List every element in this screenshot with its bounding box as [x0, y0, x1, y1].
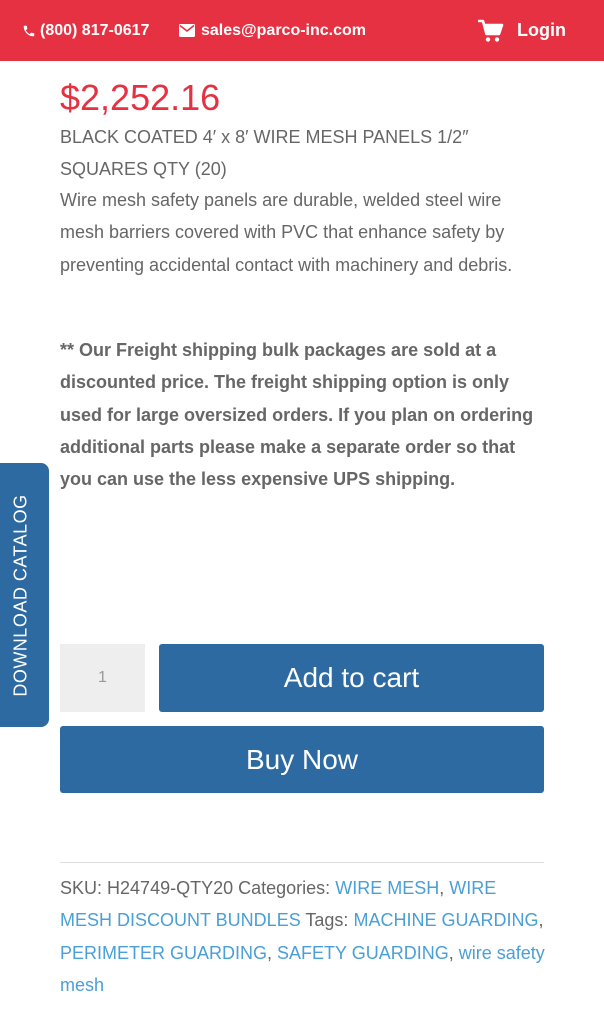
sku-value: H24749-QTY20: [107, 878, 234, 898]
tag-link[interactable]: MACHINE GUARDING: [353, 910, 538, 930]
top-bar: (800) 817-0617 sales@parco-inc.com Login: [0, 0, 604, 61]
meta-divider: [60, 862, 544, 863]
tag-link[interactable]: PERIMETER GUARDING: [60, 943, 267, 963]
phone-number: (800) 817-0617: [40, 21, 150, 39]
email-address: sales@parco-inc.com: [201, 21, 366, 39]
freight-shipping-note: ** Our Freight shipping bulk packages ar…: [60, 340, 534, 490]
product-title: BLACK COATED 4′ x 8′ WIRE MESH PANELS 1/…: [60, 127, 469, 179]
categories-label: Categories:: [238, 878, 331, 898]
sku-label: SKU:: [60, 878, 103, 898]
category-link[interactable]: WIRE MESH: [335, 878, 439, 898]
product-meta: SKU: H24749-QTY20 Categories: WIRE MESH,…: [60, 878, 545, 995]
tag-link[interactable]: SAFETY GUARDING: [277, 943, 449, 963]
mail-icon: [179, 24, 195, 37]
add-to-cart-button[interactable]: Add to cart: [159, 644, 544, 712]
phone-icon: [22, 24, 36, 38]
buy-now-button[interactable]: Buy Now: [60, 726, 544, 793]
tags-label: Tags:: [305, 910, 349, 931]
product-description: Wire mesh safety panels are durable, wel…: [60, 190, 513, 275]
quantity-input[interactable]: [60, 644, 145, 712]
cart-button[interactable]: [478, 0, 504, 61]
download-catalog-label: DOWNLOAD CATALOG: [11, 493, 32, 697]
cart-icon: [478, 19, 504, 43]
login-link[interactable]: Login: [517, 0, 566, 61]
download-catalog-tab[interactable]: DOWNLOAD CATALOG: [0, 463, 49, 727]
phone-link[interactable]: (800) 817-0617: [22, 0, 149, 61]
product-price: $2,252.16: [60, 77, 221, 118]
email-link[interactable]: sales@parco-inc.com: [179, 0, 366, 61]
